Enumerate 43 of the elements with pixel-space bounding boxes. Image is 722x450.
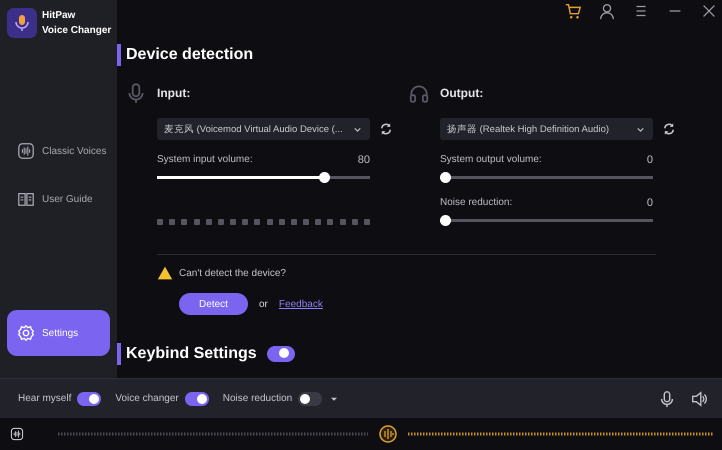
app-subtitle: Voice Changer xyxy=(42,24,112,38)
section-heading: Device detection xyxy=(117,44,722,66)
voices-icon xyxy=(17,142,35,160)
settings-icon xyxy=(17,324,35,342)
toggle-switch[interactable] xyxy=(298,392,322,406)
sidebar-item[interactable]: Settings xyxy=(7,310,110,356)
section-label: Input: xyxy=(157,86,190,100)
slider-value: 0 xyxy=(646,154,653,166)
warning-text: Can't detect the device? xyxy=(179,268,286,278)
cart-icon[interactable] xyxy=(564,2,582,20)
detect-button[interactable]: Detect xyxy=(179,293,248,315)
toggle-label: Hear myself xyxy=(18,393,72,404)
waveform-icon xyxy=(10,427,24,441)
slider-thumb[interactable] xyxy=(440,172,451,183)
slider-label: System output volume: xyxy=(440,154,542,166)
app-logo-icon xyxy=(7,8,37,38)
microphone-icon[interactable] xyxy=(658,390,676,408)
toggle-label: Voice changer xyxy=(115,393,179,404)
slider-value: 0 xyxy=(646,197,653,209)
slider-thumb[interactable] xyxy=(440,215,451,226)
toggle-label: Noise reduction xyxy=(222,393,292,404)
toggle-switch[interactable] xyxy=(184,392,209,406)
speaker-icon[interactable] xyxy=(690,390,708,408)
section-label: Output: xyxy=(440,86,484,100)
refresh-icon[interactable] xyxy=(662,122,676,136)
device-dropdown[interactable]: 扬声器 (Realtek High Definition Audio) xyxy=(440,118,653,140)
feedback-link[interactable]: Feedback xyxy=(278,298,323,310)
or-text: or xyxy=(259,298,268,310)
section-heading: Keybind Settings xyxy=(126,345,257,363)
toggle-switch[interactable] xyxy=(266,346,295,362)
warning-icon xyxy=(157,265,173,281)
slider-thumb[interactable] xyxy=(318,172,330,183)
toggle-switch[interactable] xyxy=(77,392,102,406)
refresh-icon[interactable] xyxy=(379,122,393,136)
sidebar-item[interactable]: Classic Voices xyxy=(7,128,110,174)
device-dropdown[interactable]: 麦克风 (Voicemod Virtual Audio Device (... xyxy=(157,118,370,140)
user-icon[interactable] xyxy=(598,2,616,20)
slider-label: Noise reduction: xyxy=(440,197,512,209)
app-name: HitPaw xyxy=(42,9,76,23)
slider-label: System input volume: xyxy=(157,154,253,166)
book-icon xyxy=(17,190,35,208)
slider-value: 80 xyxy=(358,154,370,166)
sidebar-item[interactable]: User Guide xyxy=(7,176,110,222)
